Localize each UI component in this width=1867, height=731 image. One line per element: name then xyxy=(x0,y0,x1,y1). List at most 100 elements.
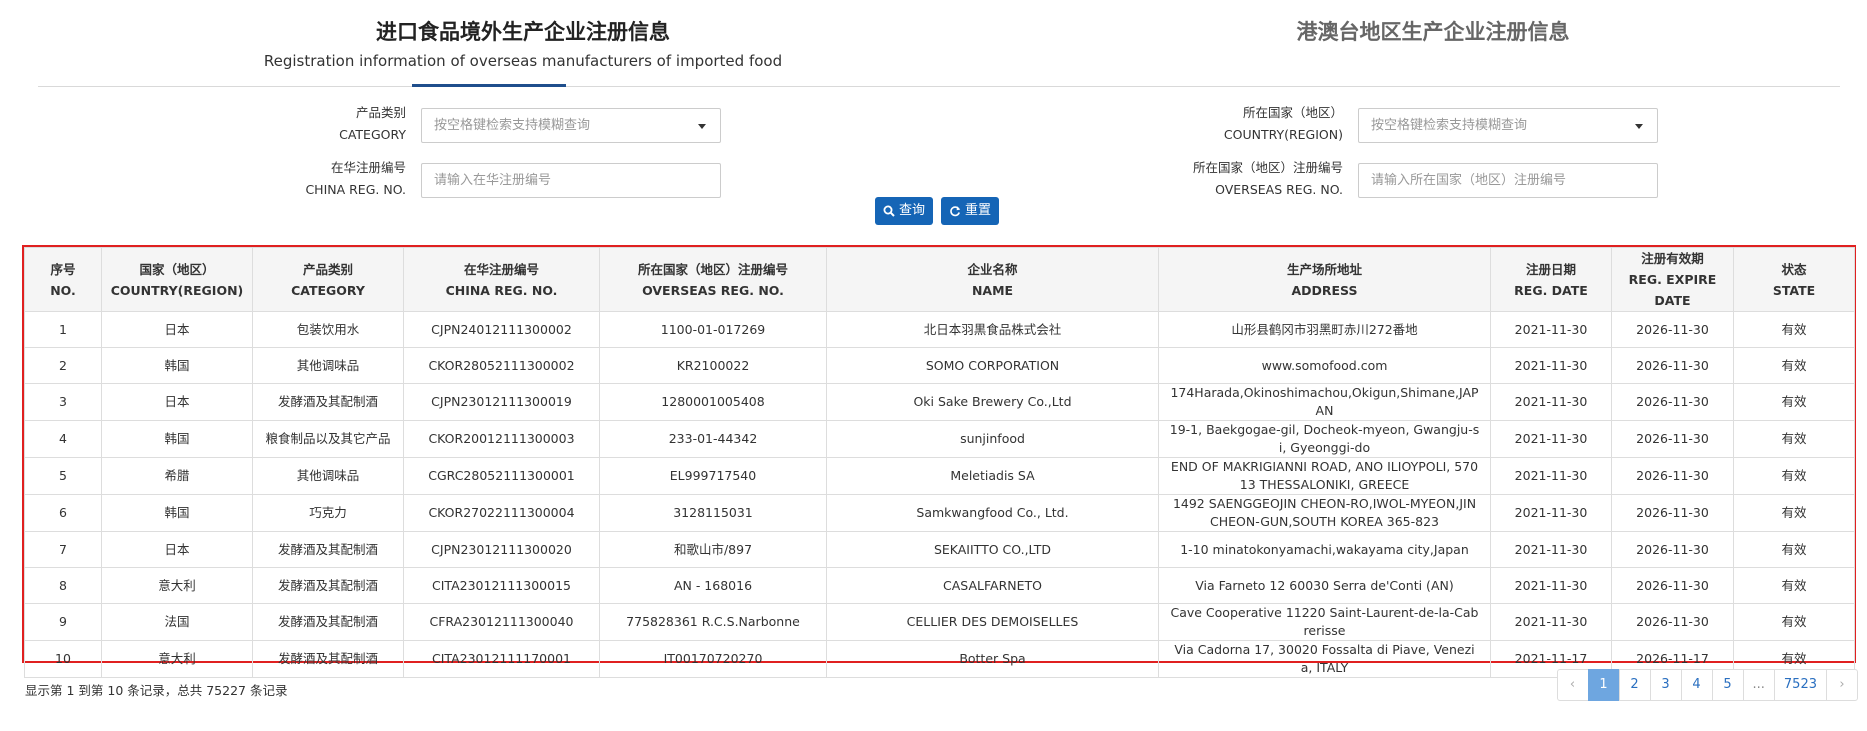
table-row: 6 韩国 巧克力 CKOR27022111300004 3128115031 Samkwa… xyxy=(24,494,1855,532)
table-cell: Oki Sake Brewery Co.,Ltd xyxy=(826,383,1159,421)
prev-page-button[interactable]: ‹ xyxy=(1556,669,1589,701)
tab-overseas-subtitle: Registration information of overseas man… xyxy=(263,52,783,70)
table-cell: Samkwangfood Co., Ltd. xyxy=(826,494,1159,532)
column-header-cn: 注册日期 xyxy=(1525,261,1576,277)
table-cell: CJPN23012111300020 xyxy=(403,531,600,568)
table-cell: 2026-11-30 xyxy=(1611,457,1734,495)
table-cell: 2021-11-30 xyxy=(1490,603,1612,641)
china-reg-input[interactable]: 请输入在华注册编号 xyxy=(421,163,721,198)
table-cell: END OF MAKRIGIANNI ROAD, ANO ILIOYPOLI, … xyxy=(1158,457,1491,495)
table-cell: 3128115031 xyxy=(599,494,827,532)
table-cell: 有效 xyxy=(1733,383,1855,421)
page-ellipsis: ... xyxy=(1742,669,1775,701)
refresh-icon xyxy=(950,206,961,217)
table-cell: Via Cadorna 17, 30020 Fossalta di Piave,… xyxy=(1158,640,1491,678)
table-cell: 发酵酒及其配制酒 xyxy=(252,603,404,641)
table-cell: 韩国 xyxy=(101,347,253,384)
table-cell: 日本 xyxy=(101,531,253,568)
table-cell: CASALFARNETO xyxy=(826,567,1159,604)
table-cell: CGRC28052111300001 xyxy=(403,457,600,495)
table-cell: 其他调味品 xyxy=(252,347,404,384)
table-cell: 韩国 xyxy=(101,420,253,458)
country-select[interactable]: 按空格键检索支持模糊查询 xyxy=(1358,108,1658,143)
table-cell: 意大利 xyxy=(101,567,253,604)
overseas-reg-input[interactable]: 请输入所在国家（地区）注册编号 xyxy=(1358,163,1658,198)
overseas-reg-label: 所在国家（地区）注册编号 OVERSEAS REG. NO. xyxy=(1150,157,1343,201)
category-select[interactable]: 按空格键检索支持模糊查询 xyxy=(421,108,721,143)
next-page-button[interactable]: › xyxy=(1826,669,1858,701)
page-button-1[interactable]: 1 xyxy=(1587,669,1620,701)
table-cell: EL999717540 xyxy=(599,457,827,495)
overseas-reg-label-en: OVERSEAS REG. NO. xyxy=(1215,182,1343,197)
table-cell: 有效 xyxy=(1733,347,1855,384)
table-row: 9 法国 发酵酒及其配制酒 CFRA23012111300040 775828361 R… xyxy=(24,603,1855,641)
country-label: 所在国家（地区） COUNTRY(REGION) xyxy=(1170,102,1343,146)
page-button-5[interactable]: 5 xyxy=(1711,669,1744,701)
table-cell: 2021-11-30 xyxy=(1490,494,1612,532)
search-button[interactable]: 查询 xyxy=(875,197,934,225)
table-header-row: 序号 NO. 国家（地区） COUNTRY(REGION) 产品类别 CATEGORY 在华… xyxy=(24,247,1855,312)
table-cell: 山形县鹤冈市羽黑町赤川272番地 xyxy=(1158,311,1491,348)
table-cell: sunjinfood xyxy=(826,420,1159,458)
table-cell: Meletiadis SA xyxy=(826,457,1159,495)
table-cell: CKOR27022111300004 xyxy=(403,494,600,532)
table-body: 1 日本 包装饮用水 CJPN24012111300002 1100-01-017269… xyxy=(24,311,1855,678)
table-cell: 6 xyxy=(24,494,102,532)
table-cell: 2026-11-30 xyxy=(1611,603,1734,641)
page-button-2[interactable]: 2 xyxy=(1618,669,1651,701)
table-cell: 日本 xyxy=(101,383,253,421)
country-placeholder: 按空格键检索支持模糊查询 xyxy=(1371,118,1528,133)
table-cell: CJPN24012111300002 xyxy=(403,311,600,348)
page-button-7523[interactable]: 7523 xyxy=(1773,669,1827,701)
table-cell: 有效 xyxy=(1733,457,1855,495)
page-button-4[interactable]: 4 xyxy=(1680,669,1713,701)
category-label-cn: 产品类别 xyxy=(355,105,406,120)
table-cell: 2021-11-30 xyxy=(1490,311,1612,348)
tab-hk-title: 港澳台地区生产企业注册信息 xyxy=(1296,19,1570,44)
category-label-en: CATEGORY xyxy=(339,127,406,142)
reset-button[interactable]: 重置 xyxy=(941,197,1000,225)
column-header: 所在国家（地区）注册编号 OVERSEAS REG. NO. xyxy=(599,247,827,312)
table-cell: 2 xyxy=(24,347,102,384)
table-cell: 发酵酒及其配制酒 xyxy=(252,640,404,678)
column-header-en: OVERSEAS REG. NO. xyxy=(642,282,784,298)
table-cell: 法国 xyxy=(101,603,253,641)
table-cell: KR2100022 xyxy=(599,347,827,384)
china-reg-label: 在华注册编号 CHINA REG. NO. xyxy=(270,157,406,201)
tab-hk-macao-taiwan[interactable]: 港澳台地区生产企业注册信息 xyxy=(1263,0,1603,46)
column-header-cn: 状态 xyxy=(1781,261,1807,277)
column-header-cn: 国家（地区） xyxy=(139,261,215,277)
category-placeholder: 按空格键检索支持模糊查询 xyxy=(434,118,591,133)
table-cell: 5 xyxy=(24,457,102,495)
page-button-3[interactable]: 3 xyxy=(1649,669,1682,701)
table-cell: 2026-11-30 xyxy=(1611,311,1734,348)
table-cell: 有效 xyxy=(1733,567,1855,604)
table-row: 7 日本 发酵酒及其配制酒 CJPN23012111300020 和歌山市/897 SEK… xyxy=(24,531,1855,568)
table-cell: 有效 xyxy=(1733,531,1855,568)
table-cell: 意大利 xyxy=(101,640,253,678)
table-cell: CKOR20012111300003 xyxy=(403,420,600,458)
table-cell: 10 xyxy=(24,640,102,678)
table-cell: 2026-11-30 xyxy=(1611,347,1734,384)
table-row: 8 意大利 发酵酒及其配制酒 CITA23012111300015 AN - 16801… xyxy=(24,567,1855,604)
table-cell: 9 xyxy=(24,603,102,641)
chevron-down-icon xyxy=(698,124,706,129)
column-header: 在华注册编号 CHINA REG. NO. xyxy=(403,247,600,312)
column-header-cn: 所在国家（地区）注册编号 xyxy=(637,261,788,277)
column-header-cn: 序号 xyxy=(50,261,76,277)
column-header: 企业名称 NAME xyxy=(826,247,1159,312)
column-header-cn: 产品类别 xyxy=(302,261,353,277)
table-cell: 1100-01-017269 xyxy=(599,311,827,348)
chevron-down-icon xyxy=(1635,124,1643,129)
reset-button-label: 重置 xyxy=(965,203,992,218)
table-cell: SOMO CORPORATION xyxy=(826,347,1159,384)
column-header-en: NAME xyxy=(971,282,1014,298)
column-header-cn: 生产场所地址 xyxy=(1286,261,1362,277)
country-label-en: COUNTRY(REGION) xyxy=(1223,127,1343,142)
registry-tabs: 进口食品境外生产企业注册信息 Registration information … xyxy=(38,0,1840,87)
table-cell: www.somofood.com xyxy=(1158,347,1491,384)
column-header-en: STATE xyxy=(1772,282,1816,298)
table-cell: 日本 xyxy=(101,311,253,348)
tab-overseas-manufacturers[interactable]: 进口食品境外生产企业注册信息 Registration information … xyxy=(253,0,793,70)
search-icon xyxy=(883,205,895,217)
